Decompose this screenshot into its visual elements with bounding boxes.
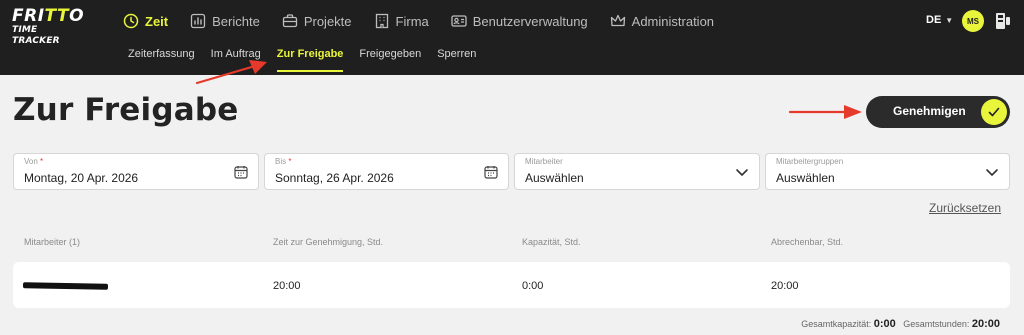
- user-avatar[interactable]: MS: [962, 10, 984, 32]
- column-header-capacity[interactable]: Kapazität, Std.: [522, 237, 581, 247]
- logout-icon[interactable]: [995, 12, 1011, 30]
- total-capacity-label: Gesamtkapazität:: [801, 319, 872, 329]
- chevron-down-icon: [736, 169, 748, 176]
- approve-button[interactable]: Genehmigen: [866, 96, 1010, 128]
- field-label: Mitarbeiter: [525, 157, 563, 166]
- sub-nav: Zeiterfassung Im Auftrag Zur Freigabe Fr…: [128, 48, 492, 72]
- total-capacity-value: 0:00: [873, 318, 896, 330]
- cell-capacity: 0:00: [522, 280, 544, 292]
- reset-link[interactable]: Zurücksetzen: [929, 201, 1001, 215]
- total-hours-value: 20:00: [971, 318, 1000, 330]
- main-nav: Zeit Berichte Projekte Firma Benutzerver…: [123, 10, 736, 32]
- language-selector[interactable]: DE ▼: [926, 14, 953, 26]
- field-label: Von *: [24, 157, 44, 166]
- subnav-im-auftrag[interactable]: Im Auftrag: [211, 48, 261, 66]
- page-title: Zur Freigabe: [13, 92, 239, 128]
- nav-label: Zeit: [145, 13, 169, 29]
- approve-button-label: Genehmigen: [893, 104, 966, 118]
- calendar-icon[interactable]: [484, 165, 498, 179]
- cell-time: 20:00: [273, 280, 301, 292]
- date-from-field[interactable]: Von * Montag, 20 Apr. 2026: [13, 153, 259, 190]
- language-label: DE: [926, 14, 942, 26]
- calendar-icon[interactable]: [234, 165, 248, 179]
- subnav-zeiterfassung[interactable]: Zeiterfassung: [128, 48, 195, 66]
- fritto-logo[interactable]: FRITTO TIME TRACKER: [12, 7, 84, 46]
- totals-bar: Gesamtkapazität: 0:00 Gesamtstunden: 20:…: [801, 318, 1000, 330]
- column-header-employee[interactable]: Mitarbeiter (1): [24, 237, 80, 247]
- id-card-icon: [451, 15, 467, 27]
- field-value: Sonntag, 26 Apr. 2026: [275, 171, 394, 185]
- column-header-time[interactable]: Zeit zur Genehmigung, Std.: [273, 237, 383, 247]
- field-label: Bis *: [275, 157, 292, 166]
- field-value: Montag, 20 Apr. 2026: [24, 171, 139, 185]
- nav-item-projekte[interactable]: Projekte: [282, 13, 352, 29]
- cell-billable: 20:00: [771, 280, 799, 292]
- table-row[interactable]: [13, 262, 1010, 308]
- nav-label: Projekte: [303, 13, 352, 29]
- nav-label: Benutzerverwaltung: [472, 13, 588, 29]
- briefcase-icon: [282, 14, 297, 28]
- nav-item-firma[interactable]: Firma: [374, 13, 429, 29]
- chevron-down-icon: [986, 169, 998, 176]
- employee-select[interactable]: Mitarbeiter Auswählen: [514, 153, 760, 190]
- building-icon: [375, 13, 388, 29]
- nav-item-benutzerverwaltung[interactable]: Benutzerverwaltung: [451, 13, 588, 29]
- nav-label: Berichte: [212, 13, 260, 29]
- field-value: Auswählen: [776, 171, 835, 185]
- nav-item-administration[interactable]: Administration: [610, 13, 714, 29]
- nav-label: Administration: [631, 13, 715, 29]
- nav-item-zeit[interactable]: Zeit: [123, 13, 168, 29]
- subnav-zur-freigabe[interactable]: Zur Freigabe: [276, 48, 343, 72]
- crown-icon: [610, 14, 625, 27]
- subnav-freigegeben[interactable]: Freigegeben: [359, 48, 421, 66]
- field-label: Mitarbeitergruppen: [776, 157, 844, 166]
- subnav-sperren[interactable]: Sperren: [437, 48, 476, 66]
- chevron-down-icon: ▼: [945, 15, 954, 25]
- top-bar: FRITTO TIME TRACKER Zeit Berichte Projek…: [0, 0, 1024, 75]
- clock-icon: [123, 13, 139, 29]
- nav-label: Firma: [395, 13, 429, 29]
- check-icon: [981, 99, 1007, 125]
- annotation-arrow-approve: [788, 105, 862, 119]
- field-value: Auswählen: [525, 171, 584, 185]
- column-header-billable[interactable]: Abrechenbar, Std.: [771, 237, 843, 247]
- chart-icon: [190, 13, 206, 29]
- total-hours-label: Gesamtstunden:: [903, 319, 970, 329]
- employee-groups-select[interactable]: Mitarbeitergruppen Auswählen: [765, 153, 1010, 190]
- nav-item-berichte[interactable]: Berichte: [190, 13, 260, 29]
- date-to-field[interactable]: Bis * Sonntag, 26 Apr. 2026: [264, 153, 509, 190]
